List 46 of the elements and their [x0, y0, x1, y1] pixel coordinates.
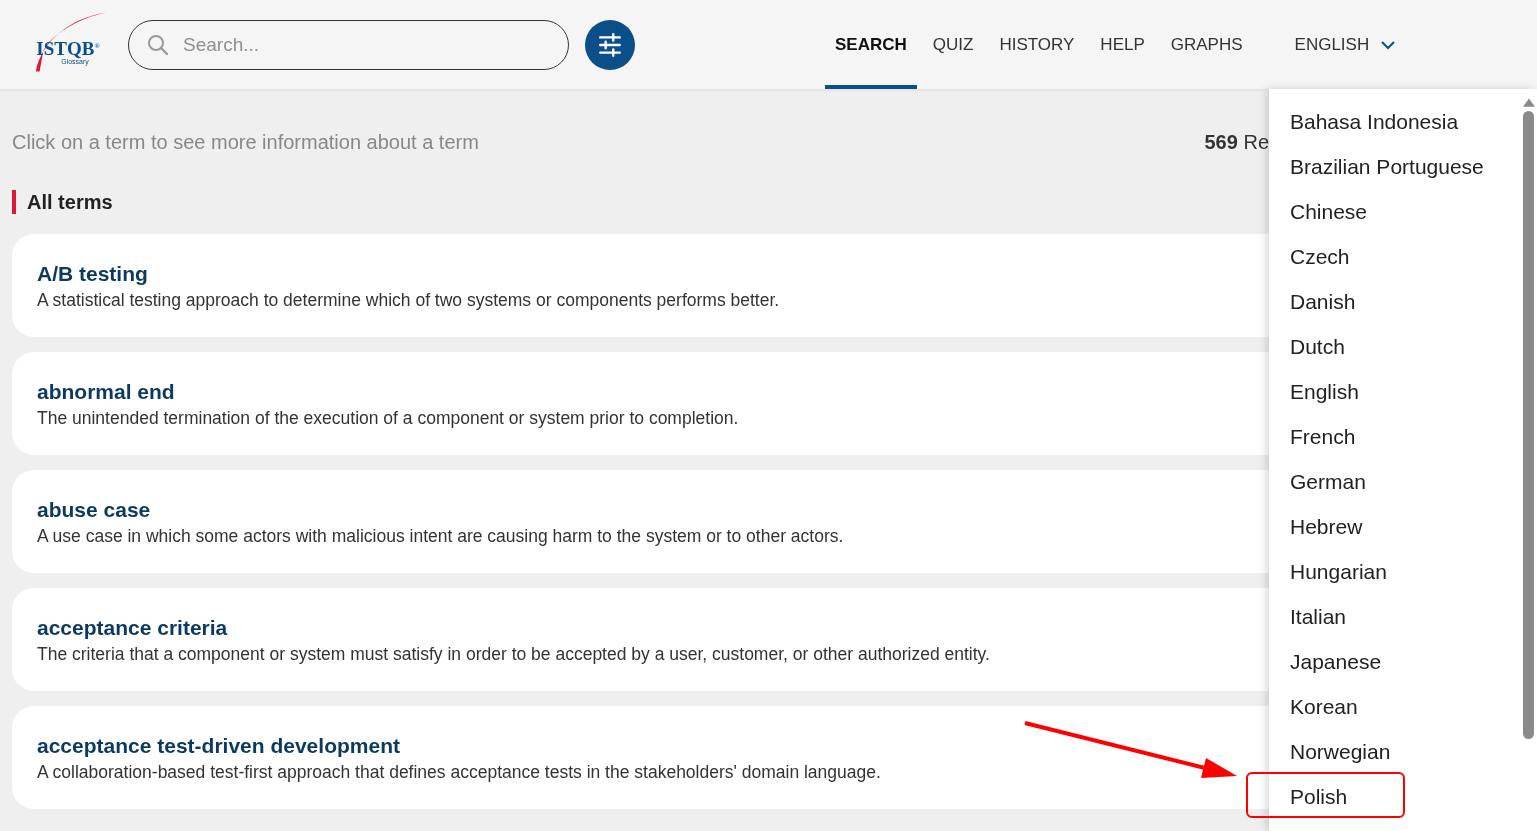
result-count: 569 Re: [1204, 131, 1269, 154]
language-option[interactable]: Italian: [1269, 594, 1520, 639]
language-option[interactable]: German: [1269, 459, 1520, 504]
language-option[interactable]: Korean: [1269, 684, 1520, 729]
language-option[interactable]: Bahasa Indonesia: [1269, 99, 1520, 144]
language-option[interactable]: English: [1269, 369, 1520, 414]
term-title: acceptance test-driven development: [37, 734, 400, 758]
filter-button[interactable]: [585, 19, 635, 70]
language-option[interactable]: Japanese: [1269, 639, 1520, 684]
language-option[interactable]: Czech: [1269, 234, 1520, 279]
search-field[interactable]: Search...: [128, 19, 569, 70]
term-title: abuse case: [37, 498, 151, 522]
hint-text: Click on a term to see more information about a term: [12, 131, 479, 154]
chevron-down-icon: [1381, 39, 1396, 50]
nav-tab[interactable]: SEARCH: [825, 0, 917, 89]
nav-tab[interactable]: QUIZ: [922, 0, 984, 89]
language-option[interactable]: Polish: [1269, 774, 1520, 819]
term-title: abnormal end: [37, 380, 175, 404]
language-option[interactable]: Dutch: [1269, 324, 1520, 369]
language-option[interactable]: Hebrew: [1269, 504, 1520, 549]
term-card[interactable]: abnormal end The unintended termination of the execution of a component or system prior to completion.: [12, 352, 1269, 455]
term-definition: A use case in which some actors with malicious intent are causing harm to the system or to other actors.: [37, 526, 844, 547]
language-selector[interactable]: ENGLISH: [1288, 33, 1402, 56]
logo-text: ISTQB$^{®}$: [36, 38, 100, 58]
term-definition: A statistical testing approach to determine which of two systems or components performs better.: [37, 290, 780, 311]
term-card[interactable]: A/B testing A statistical testing approach to determine which of two systems or components performs better.: [12, 234, 1269, 337]
term-title: A/B testing: [37, 262, 148, 286]
language-option[interactable]: Norwegian: [1269, 729, 1520, 774]
nav-tab[interactable]: HELP: [1090, 0, 1155, 89]
language-option[interactable]: Danish: [1269, 279, 1520, 324]
term-card[interactable]: abuse case A use case in which some actors with malicious intent are causing harm to the system or to other actors.: [12, 470, 1269, 573]
term-definition: The unintended termination of the execution of a component or system prior to completion.: [37, 408, 739, 429]
term-title: acceptance criteria: [37, 616, 228, 640]
scroll-up-icon: [1522, 97, 1535, 107]
term-card[interactable]: acceptance test-driven development A collaboration-based test-first approach that defines acceptance tests in the stakeholders' domain language.: [12, 706, 1269, 809]
term-card[interactable]: acceptance criteria The criteria that a component or system must satisfy in order to be accepted by a user, customer, or other authorized entity.: [12, 588, 1269, 691]
term-definition: A collaboration-based test-first approach that defines acceptance tests in the stakeholders' domain language.: [37, 762, 881, 783]
language-option[interactable]: Brazilian Portuguese: [1269, 144, 1520, 189]
search-icon: [146, 32, 170, 57]
language-option[interactable]: French: [1269, 414, 1520, 459]
language-option[interactable]: Hungarian: [1269, 549, 1520, 594]
sliders-icon: [597, 31, 623, 58]
term-definition: The criteria that a component or system must satisfy in order to be accepted by a user, customer, or other authorized entity.: [37, 644, 990, 665]
nav-tab[interactable]: GRAPHS: [1160, 0, 1253, 89]
nav-tab[interactable]: HISTORY: [989, 0, 1085, 89]
scrollbar-thumb[interactable]: [1523, 111, 1534, 739]
